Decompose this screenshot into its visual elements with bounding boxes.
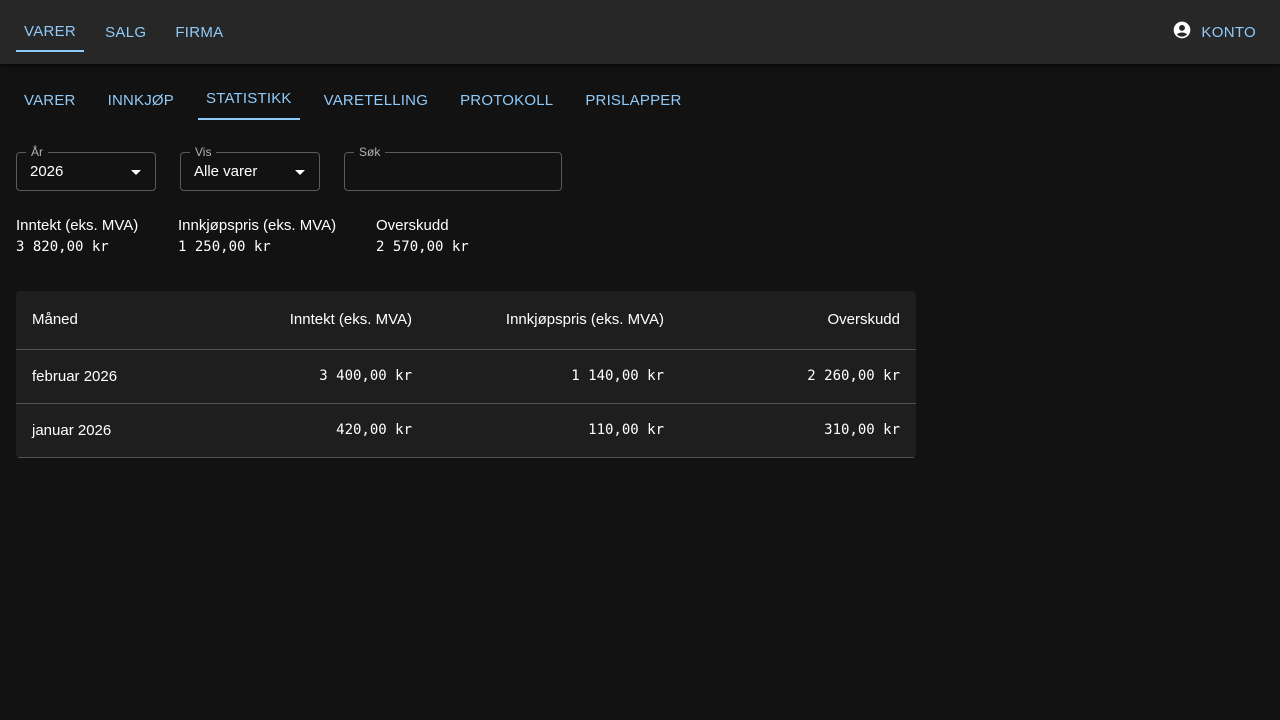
- cell-income: 3 400,00 kr: [196, 349, 428, 404]
- cell-surplus: 310,00 kr: [680, 403, 916, 458]
- summary-income: Inntekt (eks. MVA) 3 820,00 kr: [16, 216, 138, 256]
- nav-item-salg[interactable]: SALG: [97, 0, 154, 64]
- cell-purchase: 1 140,00 kr: [428, 349, 680, 404]
- show-select-value: Alle varer: [194, 163, 258, 180]
- summary-surplus-value: 2 570,00 kr: [376, 239, 469, 255]
- summary-income-label: Inntekt (eks. MVA): [16, 217, 139, 234]
- cell-purchase: 110,00 kr: [428, 403, 680, 458]
- statistics-table: Måned Inntekt (eks. MVA) Innkjøpspris (e…: [16, 291, 916, 458]
- table-header-row: Måned Inntekt (eks. MVA) Innkjøpspris (e…: [16, 291, 916, 350]
- sub-tabs: VARER INNKJØP STATISTIKK VARETELLING PRO…: [16, 80, 706, 120]
- tab-statistikk[interactable]: STATISTIKK: [198, 80, 300, 120]
- summary-surplus-label: Overskudd: [376, 217, 449, 234]
- summary-surplus: Overskudd 2 570,00 kr: [376, 216, 469, 256]
- dropdown-arrow-icon: [131, 170, 141, 175]
- account-circle-icon: [1172, 20, 1192, 44]
- tab-innkjop[interactable]: INNKJØP: [100, 80, 182, 120]
- table-row[interactable]: februar 2026 3 400,00 kr 1 140,00 kr 2 2…: [16, 349, 916, 404]
- nav-item-varer[interactable]: VARER: [16, 0, 85, 64]
- dropdown-arrow-icon: [295, 170, 305, 175]
- cell-surplus: 2 260,00 kr: [680, 349, 916, 404]
- cell-month: januar 2026: [16, 403, 196, 458]
- column-header-surplus: Overskudd: [680, 291, 916, 350]
- search-input-label: Søk: [354, 145, 386, 159]
- year-select[interactable]: År 2026: [16, 145, 156, 191]
- column-header-purchase: Innkjøpspris (eks. MVA): [428, 291, 680, 350]
- summary-purchase-label: Innkjøpspris (eks. MVA): [178, 217, 337, 234]
- show-select-label: Vis: [190, 145, 217, 159]
- top-nav: VARER SALG FIRMA: [0, 0, 244, 64]
- tab-protokoll[interactable]: PROTOKOLL: [452, 80, 561, 120]
- nav-item-firma[interactable]: FIRMA: [167, 0, 231, 64]
- summary-income-value: 3 820,00 kr: [16, 239, 109, 255]
- column-header-month: Måned: [16, 291, 196, 350]
- year-select-value: 2026: [30, 163, 64, 180]
- account-label: KONTO: [1201, 23, 1256, 41]
- tab-varer[interactable]: VARER: [16, 80, 84, 120]
- tab-prislapper[interactable]: PRISLAPPER: [577, 80, 689, 120]
- table-row[interactable]: januar 2026 420,00 kr 110,00 kr 310,00 k…: [16, 403, 916, 458]
- column-header-income: Inntekt (eks. MVA): [196, 291, 428, 350]
- tab-varetelling[interactable]: VARETELLING: [316, 80, 436, 120]
- search-input[interactable]: Søk: [344, 145, 562, 191]
- show-select[interactable]: Vis Alle varer: [180, 145, 320, 191]
- cell-income: 420,00 kr: [196, 403, 428, 458]
- app-bar: VARER SALG FIRMA KONTO: [0, 0, 1280, 64]
- account-button[interactable]: KONTO: [1172, 0, 1256, 64]
- summary-purchase: Innkjøpspris (eks. MVA) 1 250,00 kr: [178, 216, 336, 256]
- summary-purchase-value: 1 250,00 kr: [178, 239, 271, 255]
- year-select-label: År: [26, 145, 48, 159]
- cell-month: februar 2026: [16, 349, 196, 404]
